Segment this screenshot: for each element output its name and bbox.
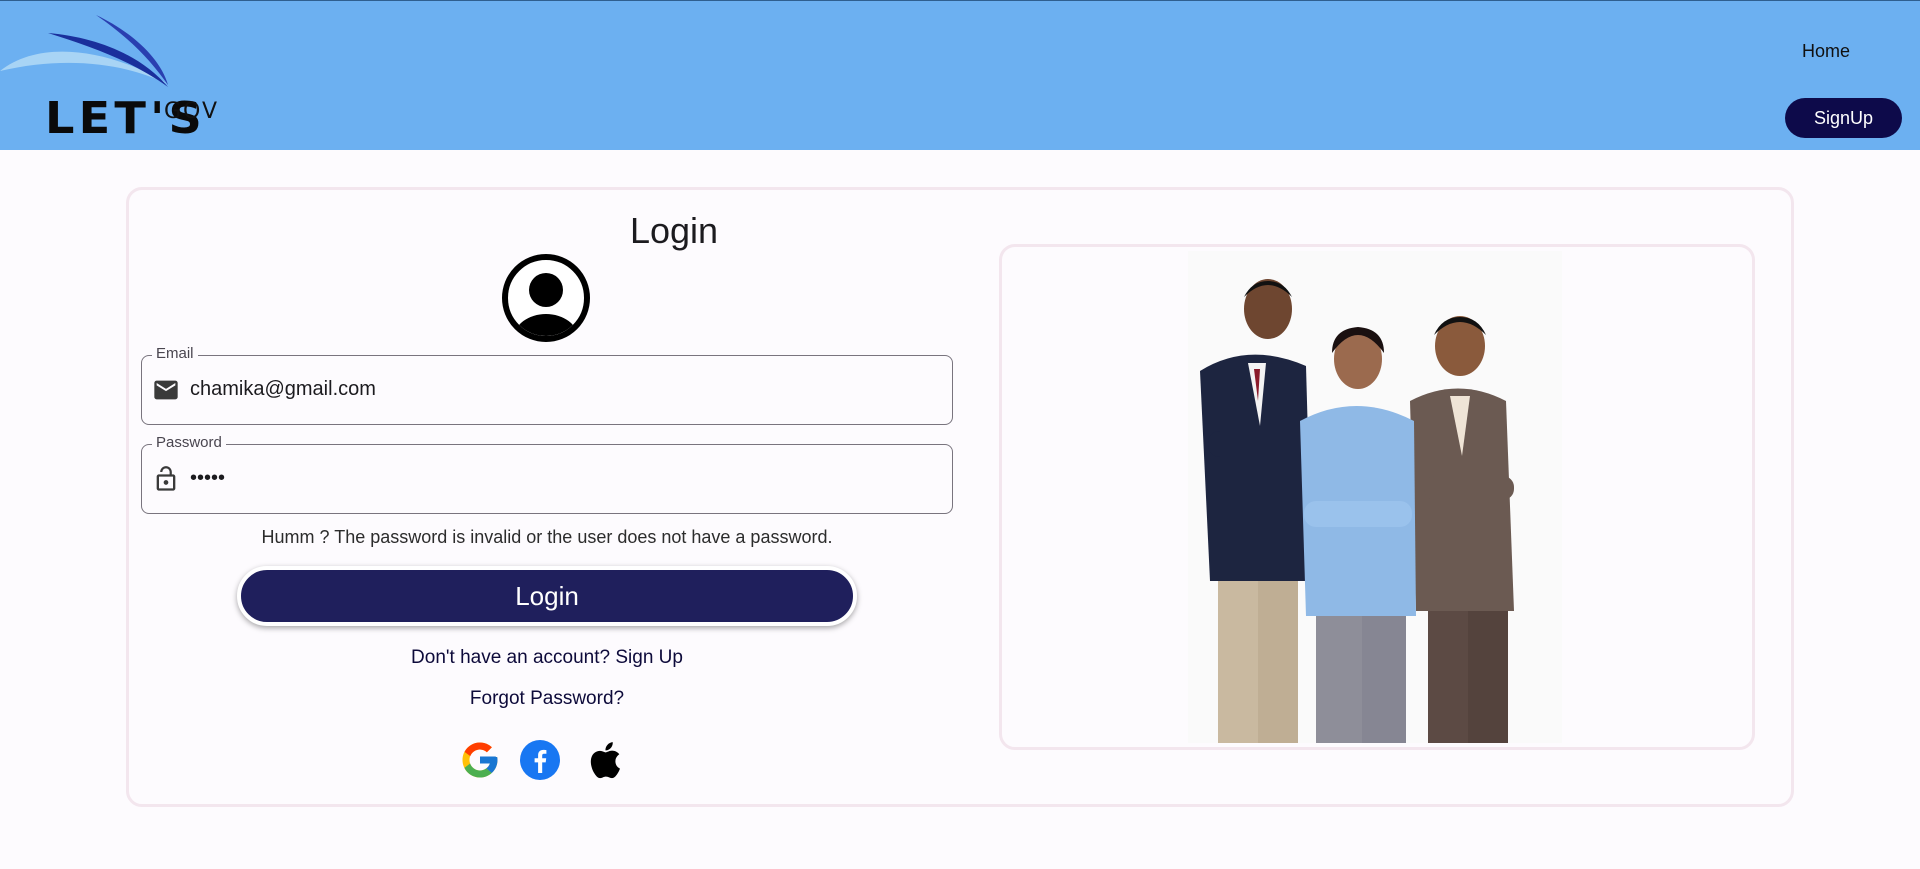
- user-avatar-icon: [502, 254, 590, 342]
- app-header: LET'S GOV Home SignUp: [0, 0, 1920, 150]
- team-photo: [1188, 251, 1562, 743]
- login-error-message: Humm ? The password is invalid or the us…: [261, 527, 833, 547]
- person-center-figure: [1300, 327, 1416, 743]
- google-icon[interactable]: [459, 739, 501, 781]
- facebook-icon[interactable]: [519, 739, 561, 781]
- login-title: Login: [629, 210, 719, 251]
- apple-icon[interactable]: [585, 739, 627, 781]
- password-input[interactable]: •••••: [190, 467, 225, 490]
- lock-open-icon: [152, 465, 180, 493]
- login-button[interactable]: Login: [237, 566, 857, 626]
- logo-subtext: GOV: [164, 99, 220, 124]
- email-field[interactable]: Email chamika@gmail.com: [141, 345, 953, 425]
- forgot-password-link[interactable]: Forgot Password?: [141, 688, 953, 710]
- letsgov-logo[interactable]: LET'S GOV: [0, 9, 230, 144]
- nav-home-link[interactable]: Home: [1802, 41, 1850, 62]
- login-card: Login Email chamika@gmail.com Password •…: [126, 187, 1794, 807]
- password-field[interactable]: Password •••••: [141, 434, 953, 514]
- password-label: Password: [152, 434, 226, 451]
- person-right-figure: [1410, 316, 1514, 743]
- email-input[interactable]: chamika@gmail.com: [190, 378, 376, 401]
- email-label: Email: [152, 345, 198, 362]
- nav-signup-button[interactable]: SignUp: [1785, 98, 1902, 138]
- signup-link[interactable]: Don't have an account? Sign Up: [141, 647, 953, 669]
- hero-image-panel: [999, 244, 1755, 750]
- mail-icon: [152, 376, 180, 404]
- person-left-figure: [1200, 279, 1318, 743]
